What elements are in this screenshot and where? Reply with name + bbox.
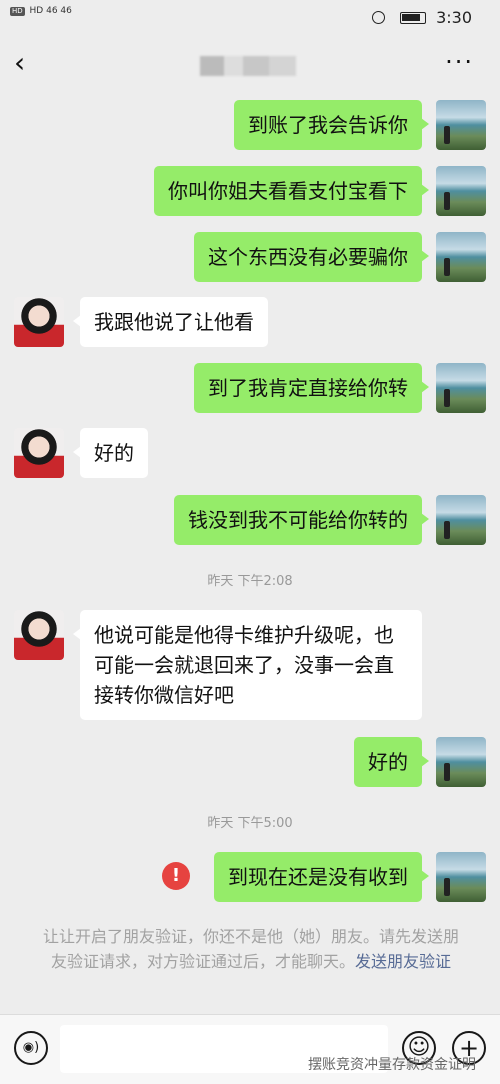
self-avatar[interactable] (436, 737, 486, 787)
voice-icon[interactable]: ◉) (14, 1031, 48, 1065)
message-bubble-received[interactable]: 他说可能是他得卡维护升级呢，也可能一会就退回来了，没事一会直接转你微信好吧 (73, 610, 422, 720)
message-bubble-sent[interactable]: 到现在还是没有收到 (214, 852, 429, 902)
status-right: 3:30 (371, 8, 472, 27)
self-avatar[interactable] (436, 363, 486, 413)
timestamp: 昨天 下午2:08 (207, 574, 293, 589)
message-bubble-sent[interactable]: 钱没到我不可能给你转的 (174, 495, 429, 545)
signal-indicators: HD HD 46 46 (10, 6, 72, 16)
contact-avatar[interactable] (14, 428, 64, 478)
back-icon[interactable]: ‹ (14, 48, 25, 78)
friend-verification-notice: 让让开启了朋友验证，你还不是他（她）朋友。请先发送朋友验证请求，对方验证通过后，… (36, 924, 466, 974)
message-bubble-sent[interactable]: 到账了我会告诉你 (234, 100, 429, 150)
message-bubble-sent[interactable]: 你叫你姐夫看看支付宝看下 (154, 166, 429, 216)
send-verification-link[interactable]: 发送朋友验证 (355, 952, 451, 971)
more-icon[interactable]: ··· (445, 48, 474, 76)
send-failed-icon[interactable]: ! (162, 862, 190, 890)
message-bubble-sent[interactable]: 到了我肯定直接给你转 (194, 363, 429, 413)
self-avatar[interactable] (436, 232, 486, 282)
self-avatar[interactable] (436, 166, 486, 216)
message-bubble-received[interactable]: 我跟他说了让他看 (73, 297, 268, 347)
contact-name-blurred (200, 56, 296, 76)
timestamp: 昨天 下午5:00 (207, 816, 293, 831)
battery-icon (399, 12, 426, 24)
message-bubble-sent[interactable]: 这个东西没有必要骗你 (194, 232, 429, 282)
self-avatar[interactable] (436, 100, 486, 150)
contact-avatar[interactable] (14, 297, 64, 347)
watermark: 摆账竞资冲量存款资金证明 (308, 1057, 476, 1073)
signal-text: HD 46 46 (29, 6, 72, 16)
status-bar: HD HD 46 46 3:30 (0, 0, 500, 36)
message-bubble-sent[interactable]: 好的 (354, 737, 429, 787)
message-bubble-received[interactable]: 好的 (73, 428, 148, 478)
contact-avatar[interactable] (14, 610, 64, 660)
self-avatar[interactable] (436, 495, 486, 545)
status-time: 3:30 (436, 8, 472, 27)
self-avatar[interactable] (436, 852, 486, 902)
alarm-icon (371, 11, 385, 24)
chat-header: ‹ ··· (0, 36, 500, 94)
hd-badge: HD (10, 7, 25, 16)
